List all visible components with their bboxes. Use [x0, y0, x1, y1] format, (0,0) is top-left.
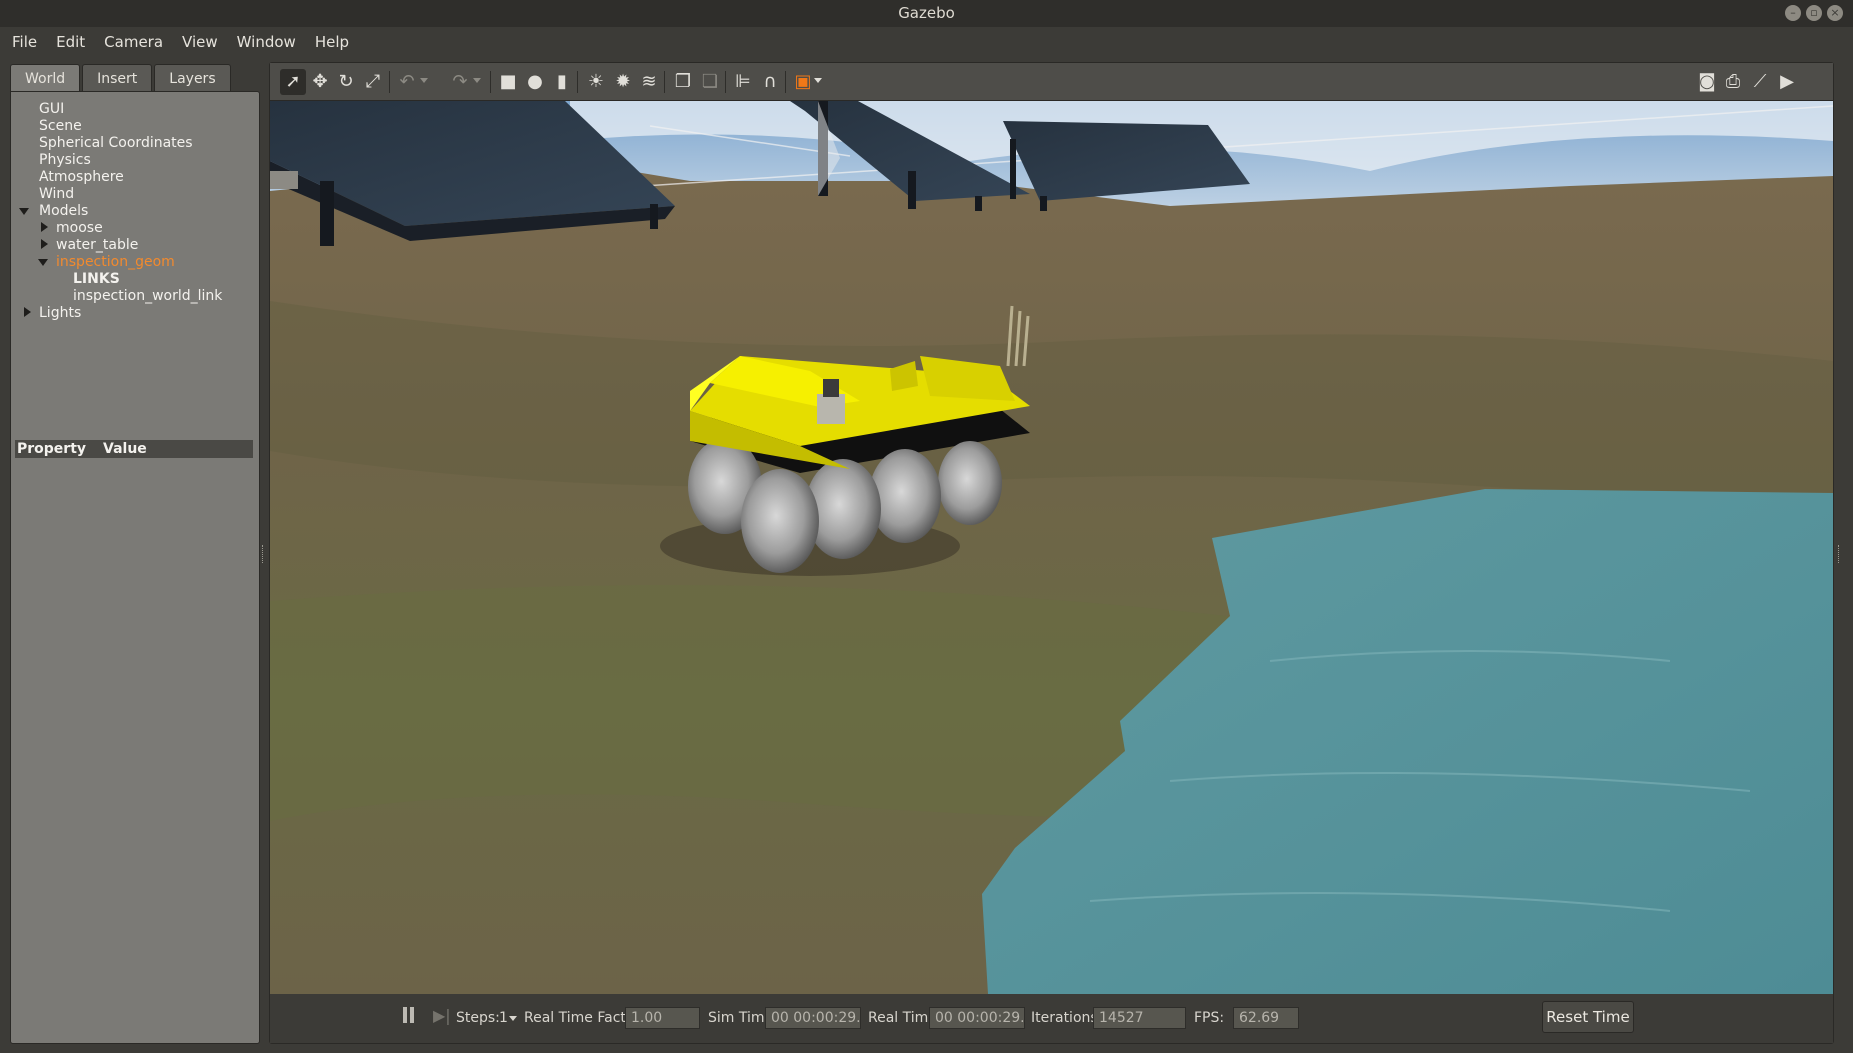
undo-icon[interactable]: ↶	[394, 69, 420, 95]
align-icon[interactable]: ⊫	[730, 69, 756, 95]
select-arrow-icon[interactable]: ➚	[280, 69, 306, 95]
simulation-status-bar: ▶| Steps: 1 Real Time Factor: 1.00 Sim T…	[270, 995, 1833, 1043]
property-column-header: Property	[17, 441, 87, 457]
tree-item-spherical-coordinates[interactable]: Spherical Coordinates	[39, 135, 193, 152]
point-light-icon[interactable]: ☀	[583, 69, 609, 95]
rotate-icon[interactable]: ↻	[333, 69, 359, 95]
tab-layers[interactable]: Layers	[154, 64, 231, 92]
value-column-header: Value	[103, 441, 147, 457]
menu-help[interactable]: Help	[315, 33, 349, 51]
redo-dropdown-icon[interactable]	[473, 78, 481, 83]
expand-arrow-icon[interactable]	[38, 259, 48, 266]
log-icon[interactable]: ⎙	[1720, 69, 1746, 95]
maximize-icon[interactable]: ▫	[1806, 5, 1822, 21]
pause-icon[interactable]	[403, 1007, 417, 1025]
fps-field: 62.69	[1233, 1007, 1299, 1029]
tree-item-physics[interactable]: Physics	[39, 152, 91, 169]
world-tree-panel: GUI Scene Spherical Coordinates Physics …	[10, 91, 260, 1044]
paste-icon[interactable]: ❏	[697, 69, 723, 95]
steps-label: Steps:	[456, 1010, 500, 1026]
property-table-header: Property Value	[15, 440, 253, 458]
iterations-label: Iterations:	[1031, 1010, 1103, 1026]
menu-window[interactable]: Window	[237, 33, 296, 51]
translate-icon[interactable]: ✥	[307, 69, 333, 95]
collapse-arrow-icon[interactable]	[24, 307, 31, 317]
tree-item-models[interactable]: Models	[39, 203, 88, 220]
copy-icon[interactable]: ❐	[670, 69, 696, 95]
screenshot-icon[interactable]: ◙	[1694, 69, 1720, 95]
spot-light-icon[interactable]: ✹	[610, 69, 636, 95]
menu-bar: File Edit Camera View Window Help	[0, 27, 1853, 56]
left-panel: World Insert Layers GUI Scene Spherical …	[10, 64, 260, 1044]
expand-arrow-icon[interactable]	[19, 208, 29, 215]
iterations-field: 14527	[1093, 1007, 1186, 1029]
tree-item-water-table[interactable]: water_table	[56, 237, 138, 254]
tab-insert[interactable]: Insert	[82, 64, 153, 92]
directional-light-icon[interactable]: ≋	[636, 69, 662, 95]
real-time-field: 00 00:00:29.782	[929, 1007, 1025, 1029]
scene-toolbar: ➚ ✥ ↻ ⤢ ↶ ↷ ■ ● ▮ ☀ ✹ ≋ ❐ ❏ ⊫ ∩ ▣ ◙ ⎙ ⟋ …	[270, 63, 1833, 101]
left-panel-resize-handle[interactable]	[262, 545, 265, 563]
wheel	[869, 449, 941, 543]
cylinder-icon[interactable]: ▮	[549, 69, 575, 95]
tree-item-atmosphere[interactable]: Atmosphere	[39, 169, 124, 186]
view-angle-dropdown-icon[interactable]	[814, 78, 822, 83]
panel-tabs: World Insert Layers	[10, 64, 233, 92]
menu-file[interactable]: File	[12, 33, 37, 51]
scene-render	[270, 101, 1833, 994]
tree-item-lights[interactable]: Lights	[39, 305, 81, 322]
window-title: Gazebo	[898, 4, 955, 22]
sim-time-field: 00 00:00:29.054	[765, 1007, 861, 1029]
close-icon[interactable]: ×	[1827, 5, 1843, 21]
fps-label: FPS:	[1194, 1010, 1225, 1026]
wheel	[938, 441, 1002, 525]
steps-value[interactable]: 1	[499, 1010, 508, 1026]
menu-edit[interactable]: Edit	[56, 33, 85, 51]
menu-camera[interactable]: Camera	[104, 33, 163, 51]
wheel	[741, 469, 819, 573]
tab-world[interactable]: World	[10, 64, 81, 92]
plot-icon[interactable]: ⟋	[1747, 69, 1773, 95]
sphere-icon[interactable]: ●	[522, 69, 548, 95]
tree-item-inspection-geom[interactable]: inspection_geom	[56, 254, 175, 271]
undo-dropdown-icon[interactable]	[420, 78, 428, 83]
collapse-arrow-icon[interactable]	[41, 239, 48, 249]
step-forward-icon[interactable]: ▶|	[433, 1006, 451, 1025]
redo-icon[interactable]: ↷	[447, 69, 473, 95]
tree-item-gui[interactable]: GUI	[39, 101, 64, 118]
real-time-factor-field: 1.00	[625, 1007, 700, 1029]
magnet-icon[interactable]: ∩	[757, 69, 783, 95]
tree-item-moose[interactable]: moose	[56, 220, 103, 237]
video-record-icon[interactable]: ▶	[1774, 69, 1800, 95]
tree-item-links: LINKS	[73, 271, 120, 287]
collapse-arrow-icon[interactable]	[41, 222, 48, 232]
menu-view[interactable]: View	[182, 33, 218, 51]
tree-item-scene[interactable]: Scene	[39, 118, 82, 135]
minimize-icon[interactable]: –	[1785, 5, 1801, 21]
title-bar: Gazebo – ▫ ×	[0, 0, 1853, 27]
scale-icon[interactable]: ⤢	[360, 69, 386, 95]
scene-3d-view[interactable]	[270, 101, 1833, 994]
view-angle-icon[interactable]: ▣	[790, 69, 816, 95]
tree-item-inspection-world-link[interactable]: inspection_world_link	[73, 288, 222, 305]
steps-dropdown-icon[interactable]	[509, 1016, 517, 1021]
reset-time-button[interactable]: Reset Time	[1542, 1001, 1634, 1033]
box-icon[interactable]: ■	[495, 69, 521, 95]
tree-item-wind[interactable]: Wind	[39, 186, 74, 203]
right-panel-resize-handle[interactable]	[1838, 545, 1841, 563]
